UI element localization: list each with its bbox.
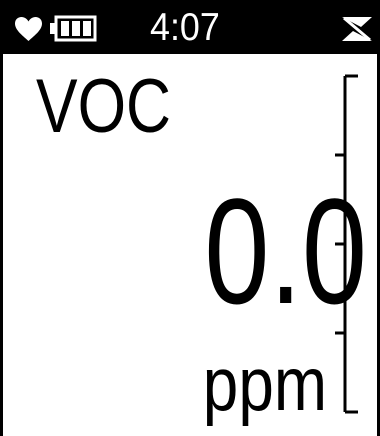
gas-name-label: VOC xyxy=(36,64,172,149)
signal-icon xyxy=(342,16,372,42)
instrument-display: 4:07 VOC 0.0 ppm xyxy=(0,0,380,436)
display-frame-left xyxy=(0,54,3,436)
status-bar: 4:07 xyxy=(0,0,380,54)
heart-icon xyxy=(15,17,42,41)
unit-label: ppm xyxy=(202,342,327,427)
clock: 4:07 xyxy=(150,6,220,49)
battery-icon xyxy=(50,15,97,42)
bar-graph xyxy=(335,74,358,414)
